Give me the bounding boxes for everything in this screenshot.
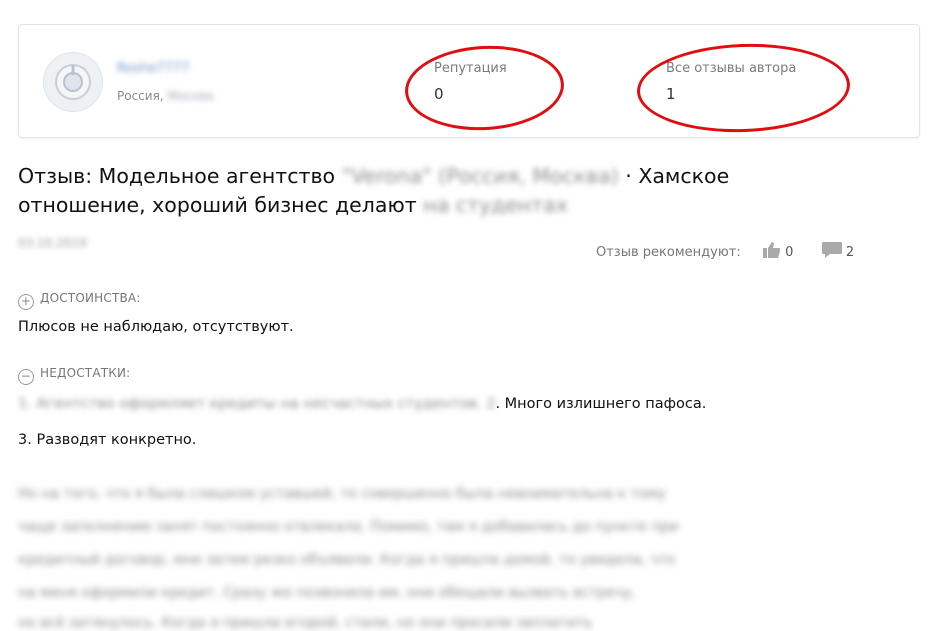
pros-text: Плюсов не наблюдаю, отсутствуют. xyxy=(18,319,294,335)
recommend-label: Отзыв рекомендуют: xyxy=(596,245,741,260)
review-body-line: но всё затянулось. Когда я пришла второй… xyxy=(18,615,593,631)
author-city: Москва xyxy=(167,89,214,103)
title-mid: · Хамское xyxy=(625,164,730,188)
pros-label: + ДОСТОИНСТВА: xyxy=(18,291,141,310)
review-body-line: кредитный договор, мне затем резко объяв… xyxy=(18,552,676,568)
thumbs-up-icon[interactable] xyxy=(763,242,781,258)
review-body-line: на меня оформили кредит. Сразу же позвон… xyxy=(18,585,636,601)
recommend-bar: Отзыв рекомендуют: 0 2 xyxy=(596,242,854,260)
review-body-line: Но на того, что я была слишком уставшей,… xyxy=(18,486,666,502)
title-agency-blurred: "Veronа" (Россия, Москва) xyxy=(341,164,619,188)
author-location: Россия, Москва xyxy=(117,89,213,103)
cons-label-text: НЕДОСТАТКИ: xyxy=(40,366,131,380)
review-body-line: чаще заполнению занят постоянно отвлекал… xyxy=(18,519,679,535)
minus-circle-icon: − xyxy=(18,369,34,385)
title-prefix: Отзыв: Модельное агентство xyxy=(18,164,336,188)
avatar[interactable] xyxy=(43,52,103,112)
cons-text-line1: 1. Агентство оформляет кредиты на несчас… xyxy=(18,396,706,412)
cons-text-end: . Много излишнего пафоса. xyxy=(495,396,707,412)
review-title: Отзыв: Модельное агентство "Veronа" (Рос… xyxy=(18,162,898,220)
title-blurred-end: на студентах xyxy=(423,193,568,217)
avatar-placeholder-icon xyxy=(55,64,91,100)
author-country: Россия, xyxy=(117,89,164,103)
cons-label: − НЕДОСТАТКИ: xyxy=(18,366,130,385)
comment-icon[interactable] xyxy=(821,242,842,258)
comments-count: 2 xyxy=(845,245,855,260)
plus-circle-icon: + xyxy=(18,294,34,310)
author-username[interactable]: Roshe7777 xyxy=(117,61,190,76)
pros-label-text: ДОСТОИНСТВА: xyxy=(40,291,141,305)
cons-text-blurred: 1. Агентство оформляет кредиты на несчас… xyxy=(18,396,496,412)
likes-count: 0 xyxy=(785,245,794,260)
review-date: 03.10.2019 xyxy=(18,236,87,250)
title-line2: отношение, хороший бизнес делают xyxy=(18,193,417,217)
cons-text-line2: 3. Разводят конкретно. xyxy=(18,432,197,448)
